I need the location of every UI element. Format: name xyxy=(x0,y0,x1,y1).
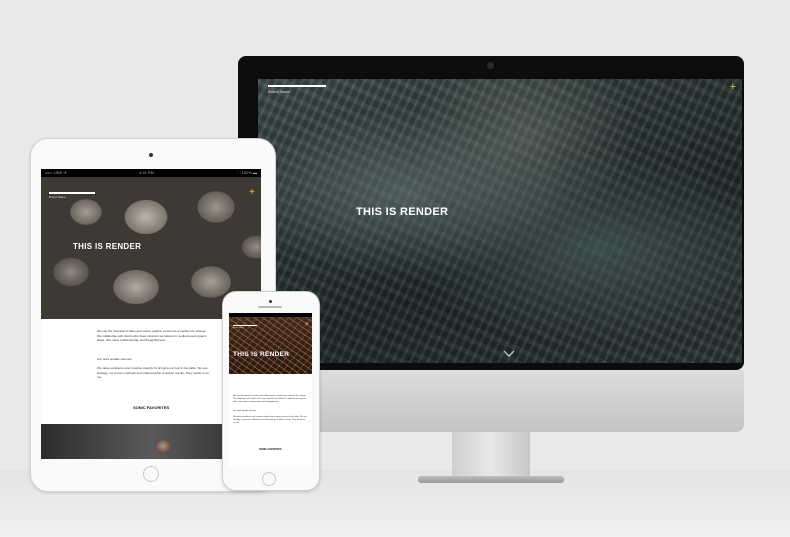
plus-icon[interactable]: + xyxy=(249,187,255,198)
intro-paragraph: We use the potential of video and motion… xyxy=(233,395,307,403)
hero-title: THIS IS RENDER xyxy=(73,242,142,251)
logo-text: Brand Name xyxy=(49,195,66,199)
home-button[interactable] xyxy=(262,472,276,486)
status-battery: ⸬ 100% ▬ xyxy=(237,170,257,175)
iphone-screen: Brand Name + THIS IS RENDER We use the p… xyxy=(229,313,312,467)
logo-text: Brand Name xyxy=(233,327,245,329)
cta-link[interactable]: SONIC FAVORITES xyxy=(259,448,282,451)
values-paragraph: We value excellence and creative integri… xyxy=(97,366,210,379)
hero-title: THIS IS RENDER xyxy=(356,206,449,218)
hero-title: THIS IS RENDER xyxy=(233,351,290,358)
speaker-grille xyxy=(258,306,282,308)
logo[interactable]: Brand Name xyxy=(233,325,257,329)
home-button[interactable] xyxy=(143,466,159,482)
intro-paragraph: We use the potential of video and motion… xyxy=(97,329,207,342)
camera-icon xyxy=(149,153,153,157)
logo[interactable]: Brand Name xyxy=(49,192,95,199)
camera-icon xyxy=(269,300,272,303)
cta-link[interactable]: SONIC FAVORITES xyxy=(133,405,169,410)
subheading: Our work speaks volumes. xyxy=(97,357,133,361)
values-paragraph: We value excellence and creative integri… xyxy=(233,416,307,424)
hero-image: Brand Name + THIS IS RENDER xyxy=(229,317,312,374)
plus-icon[interactable]: + xyxy=(730,81,736,93)
status-bar: ••••○ UBS ✈ 4:21 PM ⸬ 100% ▬ xyxy=(41,169,261,177)
logo[interactable]: Brand Name xyxy=(268,85,326,94)
chevron-down-icon[interactable] xyxy=(503,350,515,357)
imac-stand xyxy=(452,432,530,478)
logo-bar xyxy=(268,85,326,87)
logo-text: Brand Name xyxy=(268,89,291,94)
logo-bar xyxy=(49,192,95,194)
imac-foot xyxy=(418,476,564,483)
logo-bar xyxy=(233,325,257,326)
camera-icon xyxy=(487,62,494,69)
subheading: Our work speaks volumes. xyxy=(233,410,257,412)
plus-icon[interactable]: + xyxy=(305,321,309,328)
status-carrier: ••••○ UBS ✈ xyxy=(45,170,67,175)
status-time: 4:21 PM xyxy=(139,170,154,175)
imac-screen: Brand Name + THIS IS RENDER xyxy=(258,79,742,363)
